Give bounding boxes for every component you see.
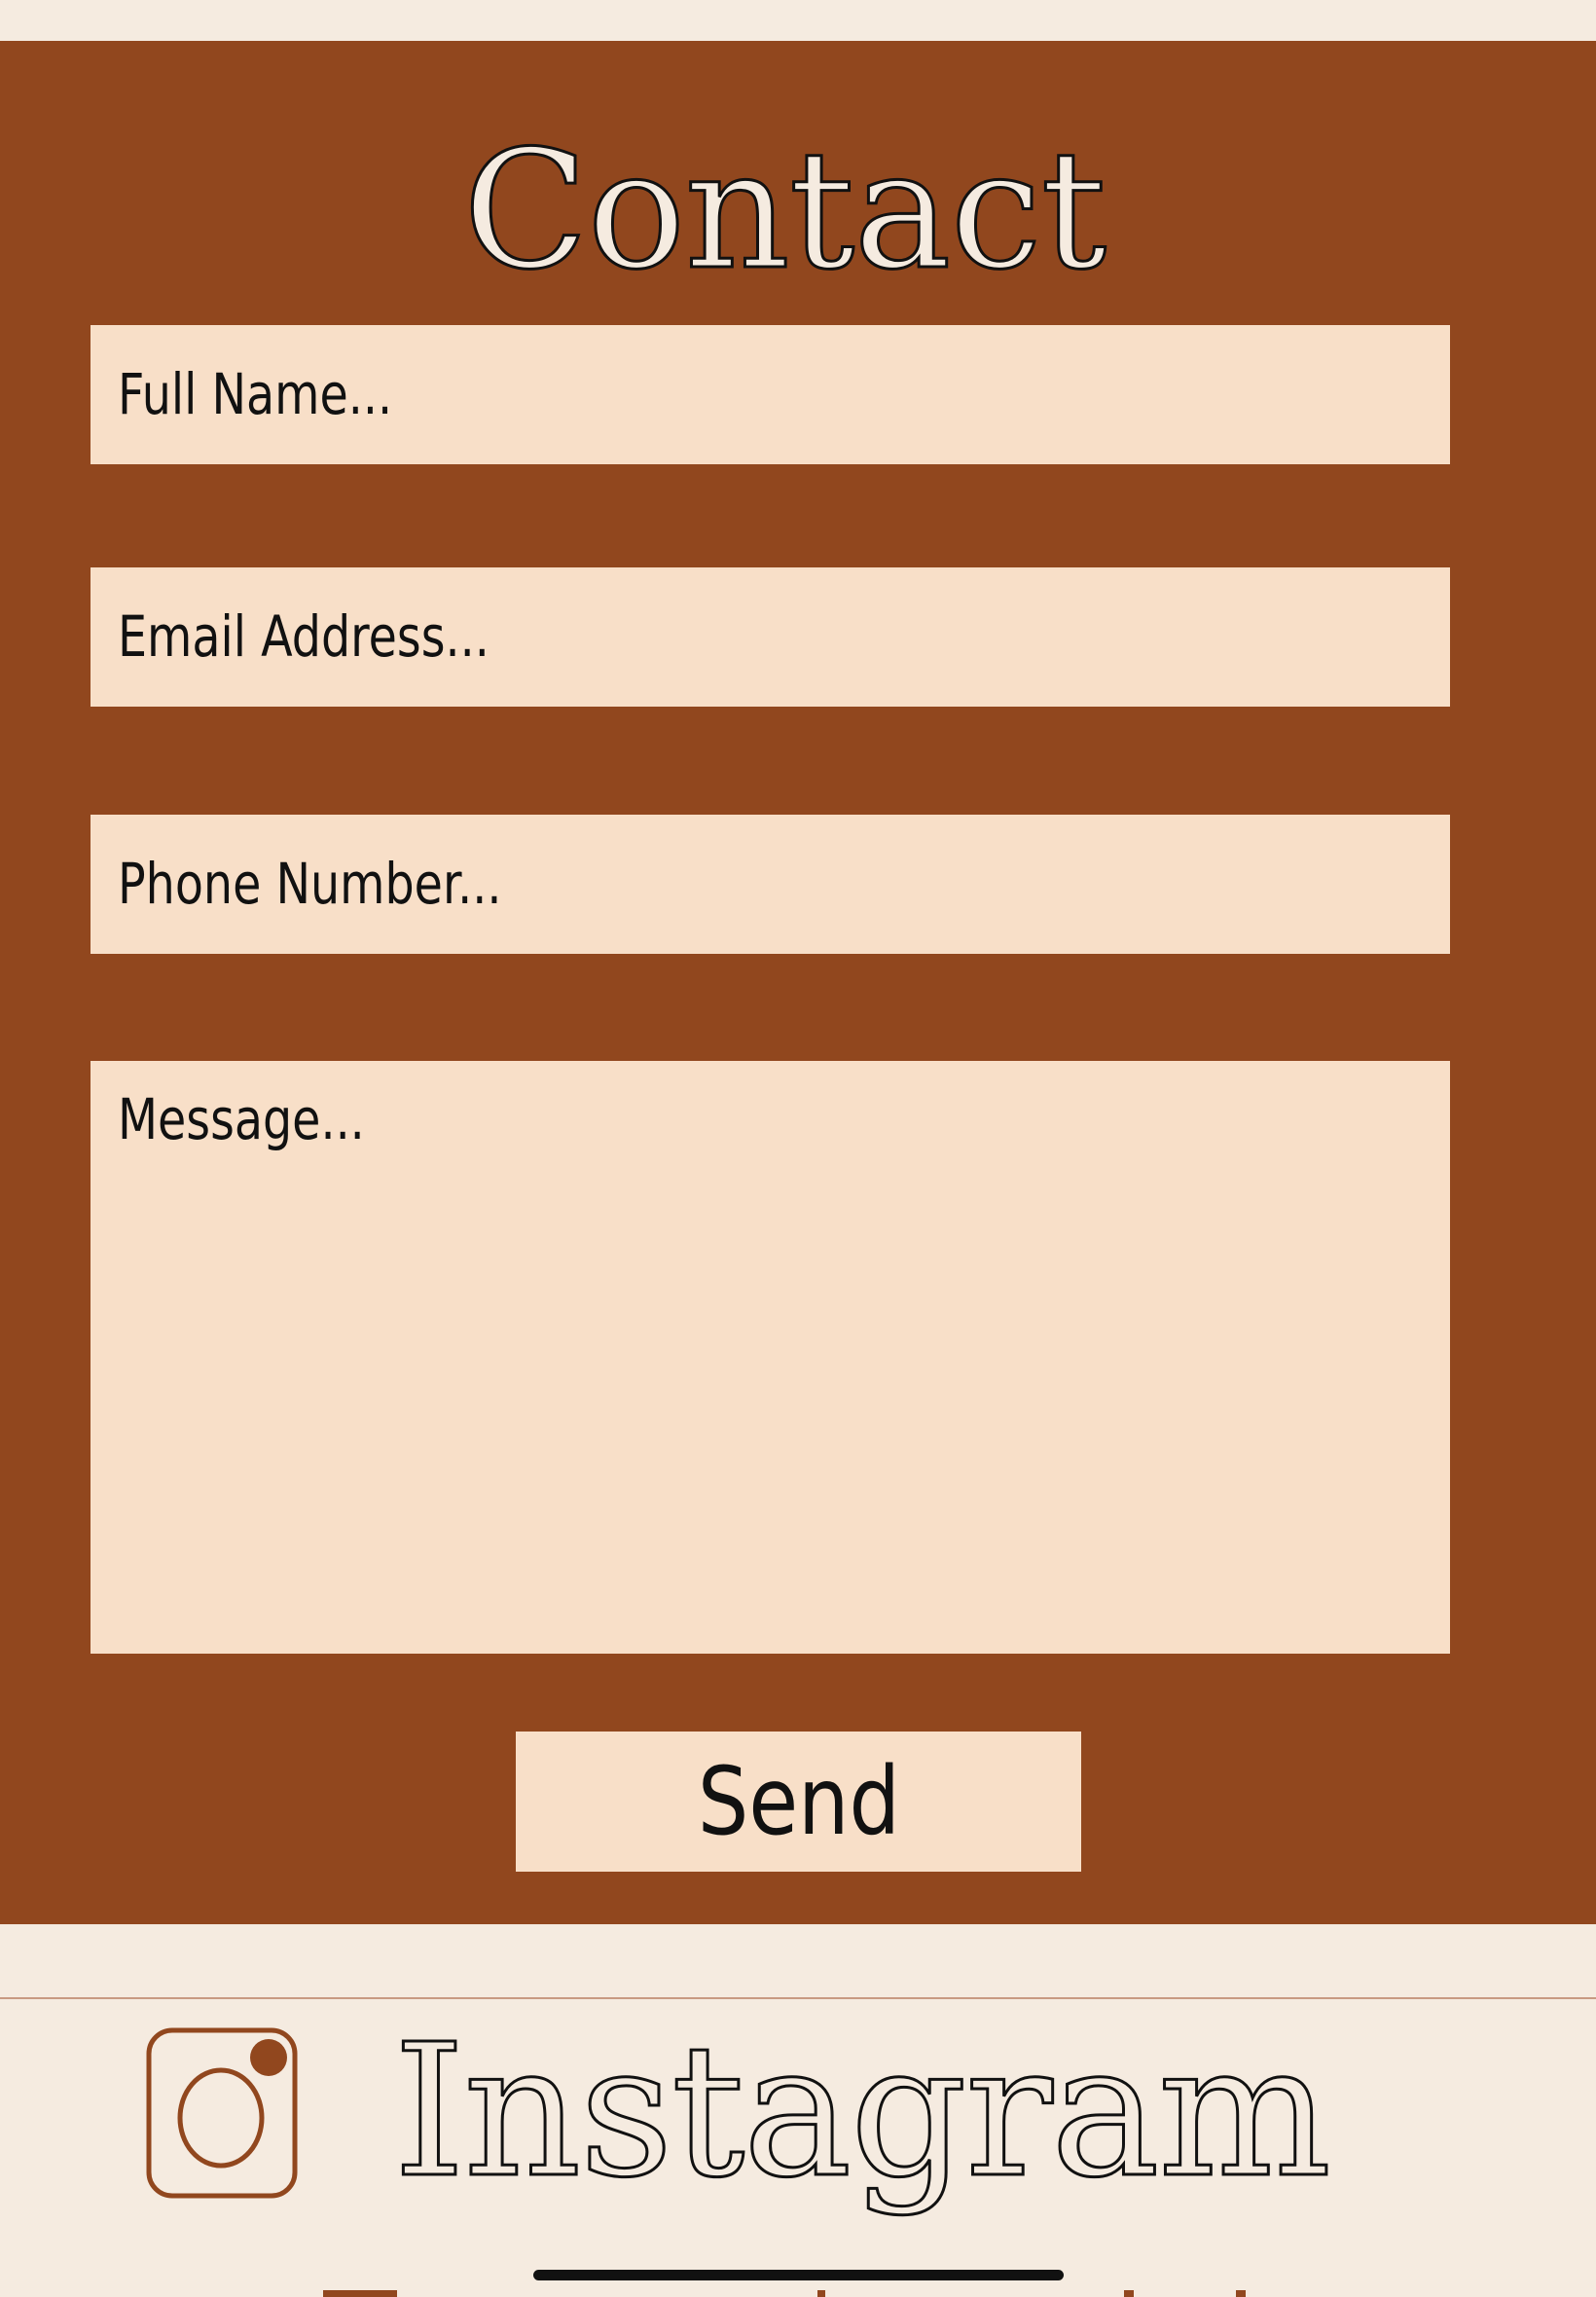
full-name-field[interactable]: Full Name... bbox=[91, 325, 1450, 464]
instagram-link[interactable]: Instagram bbox=[391, 2019, 1332, 2205]
contact-section: Contact Full Name... Email Address... Ph… bbox=[0, 41, 1596, 1924]
phone-field[interactable]: Phone Number... bbox=[91, 815, 1450, 954]
send-button[interactable]: Send bbox=[516, 1732, 1081, 1872]
message-placeholder: Message... bbox=[118, 1086, 365, 1152]
phone-placeholder: Phone Number... bbox=[118, 851, 502, 917]
section-divider bbox=[0, 1997, 1596, 1999]
home-indicator bbox=[533, 2270, 1064, 2280]
email-field[interactable]: Email Address... bbox=[91, 567, 1450, 707]
send-button-label: Send bbox=[697, 1747, 900, 1856]
full-name-placeholder: Full Name... bbox=[118, 361, 393, 427]
instagram-icon[interactable] bbox=[146, 2027, 298, 2199]
contact-title: Contact bbox=[461, 115, 1107, 306]
email-placeholder: Email Address... bbox=[118, 603, 490, 670]
message-field[interactable]: Message... bbox=[91, 1061, 1450, 1654]
